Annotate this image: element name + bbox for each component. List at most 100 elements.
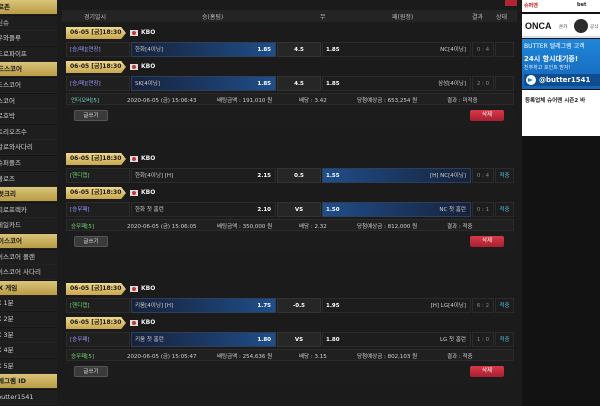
notice-banner[interactable]: 등록업체 슈어맨 시즌2 바 <box>522 90 600 136</box>
home-team: 한화 첫 홈런 <box>135 207 164 213</box>
bet-summary: 승무패[5] 2020-06-05 (금) 15:05:47 배팅금액 : 254,… <box>66 349 514 361</box>
bet-type: [핸디캡] <box>66 168 130 183</box>
sidebar-item-label: 우와플루 <box>0 34 21 43</box>
kbo-flag-icon <box>130 319 138 326</box>
delete-button[interactable]: 삭제 <box>470 236 504 247</box>
sidebar-item[interactable]: 이스코어 <box>0 234 57 249</box>
home-pick[interactable]: 키움[4이닝] [H] 1.75 <box>131 298 276 313</box>
draw-handicap[interactable]: 0.5 <box>277 168 321 183</box>
sidebar-item[interactable]: 스코어 <box>0 93 57 109</box>
bet-actions: 글쓰기 삭제 <box>66 105 514 127</box>
sidebar-item[interactable]: 이스코어 사다리 <box>0 265 57 281</box>
game-row: [핸디캡] 한화[4이닝] [H] 2.15 0.5 1.55 [H] NC[4이닝] 0 … <box>66 168 514 183</box>
draw-handicap[interactable]: 4.5 <box>277 76 321 91</box>
draw-handicap[interactable]: VS <box>277 202 321 217</box>
onca-sub1: 온카 <box>559 25 568 30</box>
away-pick[interactable]: 1.85 NC[4이닝] <box>322 42 471 57</box>
sidebar-item[interactable]: 슈퍼플즈 <box>0 156 57 171</box>
delete-button[interactable]: 삭제 <box>470 366 504 377</box>
sidebar-item[interactable]: 로존 <box>0 0 57 15</box>
onca-banner[interactable]: ONCA 온카 공식 <box>522 14 600 38</box>
summary-time: 2020-06-05 (금) 15:06:05 <box>127 224 197 230</box>
telegram-id-box: @butter1541 <box>524 74 600 86</box>
league-label: KBO <box>130 283 155 295</box>
banner-surman: 슈퍼맨 <box>524 3 538 9</box>
away-pick[interactable]: 1.95 [H] LG[4이닝] <box>322 298 471 313</box>
write-button[interactable]: 글쓰기 <box>74 366 108 377</box>
home-pick[interactable]: 한화[4이닝] [H] 2.15 <box>131 168 276 183</box>
home-team: 한화[4이닝] [H] <box>135 173 174 179</box>
summary-amount: 배팅금액 : 254,636 원 <box>217 354 273 360</box>
game-status: 적중 <box>495 168 514 183</box>
sidebar-item-label: 트리오즈수 <box>0 127 27 136</box>
telegram-id: @butter1541 <box>539 76 591 84</box>
sidebar-item[interactable]: 럿크리 <box>0 187 57 203</box>
away-pick[interactable]: 1.80 LG 첫 홈런 <box>322 332 471 347</box>
summary-expected: 당첨예상금 : 802,103 원 <box>357 354 418 360</box>
sidebar-item-label: X 3분 <box>0 330 14 339</box>
home-pick[interactable]: SK[4이닝] 1.85 <box>131 76 276 91</box>
sidebar-item[interactable]: 이스코어 플랜 <box>0 249 57 265</box>
sidebar: 로존신슈우와플루드로파이프드스코어드스코어스코어로호박트리오즈수알로와사다리슈퍼… <box>0 0 57 406</box>
sidebar-item-label: 드스코어 <box>0 65 22 74</box>
home-odds: 1.85 <box>257 47 271 53</box>
sidebar-item[interactable]: 레일카드 <box>0 218 57 234</box>
away-pick[interactable]: 1.55 [H] NC[4이닝] <box>322 168 471 183</box>
onca-sub2: 공식 <box>590 25 599 30</box>
home-pick[interactable]: 키움 첫 홈런 1.80 <box>131 332 276 347</box>
close-button[interactable] <box>505 0 517 6</box>
sidebar-item[interactable]: 드스코어 <box>0 78 57 93</box>
kbo-flag-icon <box>130 63 138 70</box>
away-odds: 1.50 <box>326 207 340 213</box>
sidebar-item[interactable]: X 3분 <box>0 327 57 343</box>
sidebar-item[interactable]: 레그램 ID <box>0 374 57 390</box>
sidebar-item[interactable]: 드로파이프 <box>0 46 57 62</box>
write-button[interactable]: 글쓰기 <box>74 236 108 247</box>
league-label: KBO <box>130 61 155 73</box>
sidebar-item[interactable]: X 5분 <box>0 358 57 374</box>
game-status: 적중 <box>495 332 514 347</box>
draw-handicap[interactable]: -0.5 <box>277 298 321 313</box>
sidebar-item[interactable]: 우와플루 <box>0 31 57 47</box>
sidebar-item-label: 로호박 <box>0 112 15 121</box>
sidebar-item[interactable]: 드스코어 <box>0 62 57 78</box>
home-pick[interactable]: 한화[4이닝] 1.85 <box>131 42 276 57</box>
sidebar-item[interactable]: 피로프렉카 <box>0 202 57 218</box>
telegram-big: 24시 항시대기중! <box>524 55 579 63</box>
home-pick[interactable]: 한화 첫 홈런 2.10 <box>131 202 276 217</box>
summary-rate: 배당 : 2.32 <box>299 224 327 230</box>
sidebar-item-label: X 2분 <box>0 315 14 323</box>
banner-bet: bet <box>577 2 587 8</box>
away-pick[interactable]: 1.85 삼성[4이닝] <box>322 76 471 91</box>
sidebar-item[interactable]: X 2분 <box>0 312 57 327</box>
table-header: 경기일시 승(홈팀) 무 패(원정) 결과 상태 <box>62 10 517 22</box>
top-banner[interactable]: 슈퍼맨 bet <box>522 0 600 12</box>
sidebar-item[interactable]: 트리오즈수 <box>0 124 57 140</box>
kbo-flag-icon <box>130 29 138 36</box>
sidebar-item[interactable]: X 1분 <box>0 296 57 312</box>
telegram-banner[interactable]: BUTTER 텔레그램 고객 24시 항시대기중! 친추하고 포인트 받자! @… <box>522 39 600 89</box>
sidebar-item-label: butter1541 <box>0 393 34 401</box>
sidebar-item[interactable]: 알로와사다리 <box>0 140 57 156</box>
write-button[interactable]: 글쓰기 <box>74 110 108 121</box>
sidebar-item[interactable]: X 4분 <box>0 343 57 359</box>
draw-handicap[interactable]: VS <box>277 332 321 347</box>
sidebar-item-label: 이스코어 사다리 <box>0 268 41 277</box>
draw-handicap[interactable]: 4.5 <box>277 42 321 57</box>
delete-button[interactable]: 삭제 <box>470 110 504 121</box>
sidebar-item-label: X 게임 <box>0 283 18 292</box>
sidebar-item-label: 볼로즈 <box>0 174 15 183</box>
away-pick[interactable]: 1.50 NC 첫 홈런 <box>322 202 471 217</box>
summary-expected: 당첨예상금 : 812,000 원 <box>357 224 418 230</box>
sidebar-item[interactable]: 볼로즈 <box>0 171 57 187</box>
sidebar-item[interactable]: butter1541 <box>0 390 57 405</box>
home-odds: 2.15 <box>257 173 271 179</box>
header-result: 결과 <box>472 14 484 21</box>
bet-summary: 언더오버[5] 2020-06-05 (금) 15:06:43 배팅금액 : 191… <box>66 93 514 105</box>
sidebar-item[interactable]: 로호박 <box>0 109 57 125</box>
ad-panel: 슈퍼맨 bet ONCA 온카 공식 BUTTER 텔레그램 고객 24시 항시… <box>522 0 600 406</box>
sidebar-item[interactable]: 신슈 <box>0 15 57 31</box>
sidebar-item[interactable]: X 게임 <box>0 280 57 296</box>
league-label: KBO <box>130 153 155 165</box>
game-score: 0 : 4 <box>472 42 494 57</box>
